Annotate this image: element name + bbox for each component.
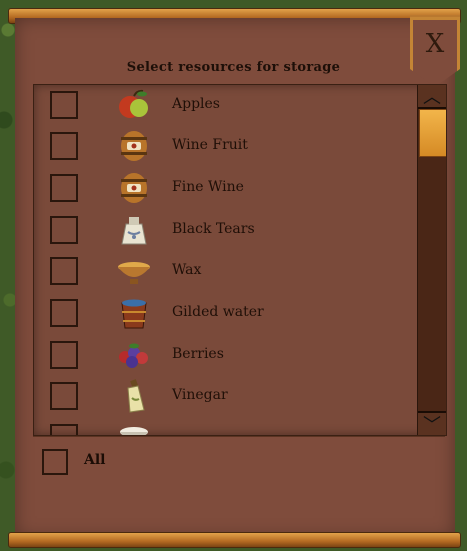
- berries-icon: [119, 343, 148, 368]
- resource-label: Apples: [172, 96, 220, 112]
- select-all-label: All: [84, 452, 106, 468]
- list-item[interactable]: Apples: [34, 85, 414, 127]
- scrollbar-thumb[interactable]: [419, 109, 446, 157]
- barrel-icon: [121, 131, 147, 161]
- dialog-title: Select resources for storage: [126, 60, 341, 75]
- select-all-checkbox[interactable]: [42, 449, 68, 475]
- resource-list: Apples Wine Fruit Fine Wine Black Tears …: [33, 84, 447, 436]
- list-item[interactable]: Vinegar: [34, 376, 414, 418]
- resource-label: Berries: [172, 346, 224, 362]
- resource-checkbox[interactable]: [50, 299, 78, 327]
- resource-label: Fine Wine: [172, 179, 244, 195]
- bucket-icon: [121, 299, 147, 329]
- chevron-down-icon: ﹀: [423, 415, 441, 436]
- close-icon[interactable]: X: [410, 29, 460, 59]
- scroll-down-button[interactable]: ﹀: [418, 411, 446, 435]
- resource-label: Vinegar: [172, 387, 228, 403]
- list-item[interactable]: Wax: [34, 251, 414, 293]
- list-item[interactable]: [34, 418, 414, 435]
- resource-label: Wax: [172, 262, 202, 278]
- resource-checkbox[interactable]: [50, 382, 78, 410]
- bowl-icon: [120, 427, 148, 435]
- list-item[interactable]: Wine Fruit: [34, 126, 414, 168]
- resource-checkbox[interactable]: [50, 257, 78, 285]
- scroll-rail-bottom: [8, 532, 461, 548]
- scroll-up-button[interactable]: ︿: [418, 85, 446, 109]
- divider: [33, 436, 445, 437]
- sack-icon: [121, 217, 147, 245]
- bottle-icon: [127, 379, 145, 413]
- bowl-icon: [118, 262, 150, 284]
- scrollbar[interactable]: ︿ ﹀: [417, 85, 446, 435]
- resource-checkbox[interactable]: [50, 424, 78, 435]
- apple-icon: [119, 89, 148, 118]
- list-item[interactable]: Berries: [34, 335, 414, 377]
- list-item[interactable]: Gilded water: [34, 293, 414, 335]
- resource-label: Black Tears: [172, 221, 255, 237]
- chevron-up-icon: ︿: [423, 87, 441, 108]
- resource-checkbox[interactable]: [50, 91, 78, 119]
- resource-checkbox[interactable]: [50, 341, 78, 369]
- barrel-icon: [121, 173, 147, 203]
- resource-checkbox[interactable]: [50, 174, 78, 202]
- list-item[interactable]: Fine Wine: [34, 168, 414, 210]
- resource-label: Gilded water: [172, 304, 264, 320]
- resource-checkbox[interactable]: [50, 216, 78, 244]
- list-item[interactable]: Black Tears: [34, 210, 414, 252]
- resource-checkbox[interactable]: [50, 132, 78, 160]
- resource-label: Wine Fruit: [172, 137, 248, 153]
